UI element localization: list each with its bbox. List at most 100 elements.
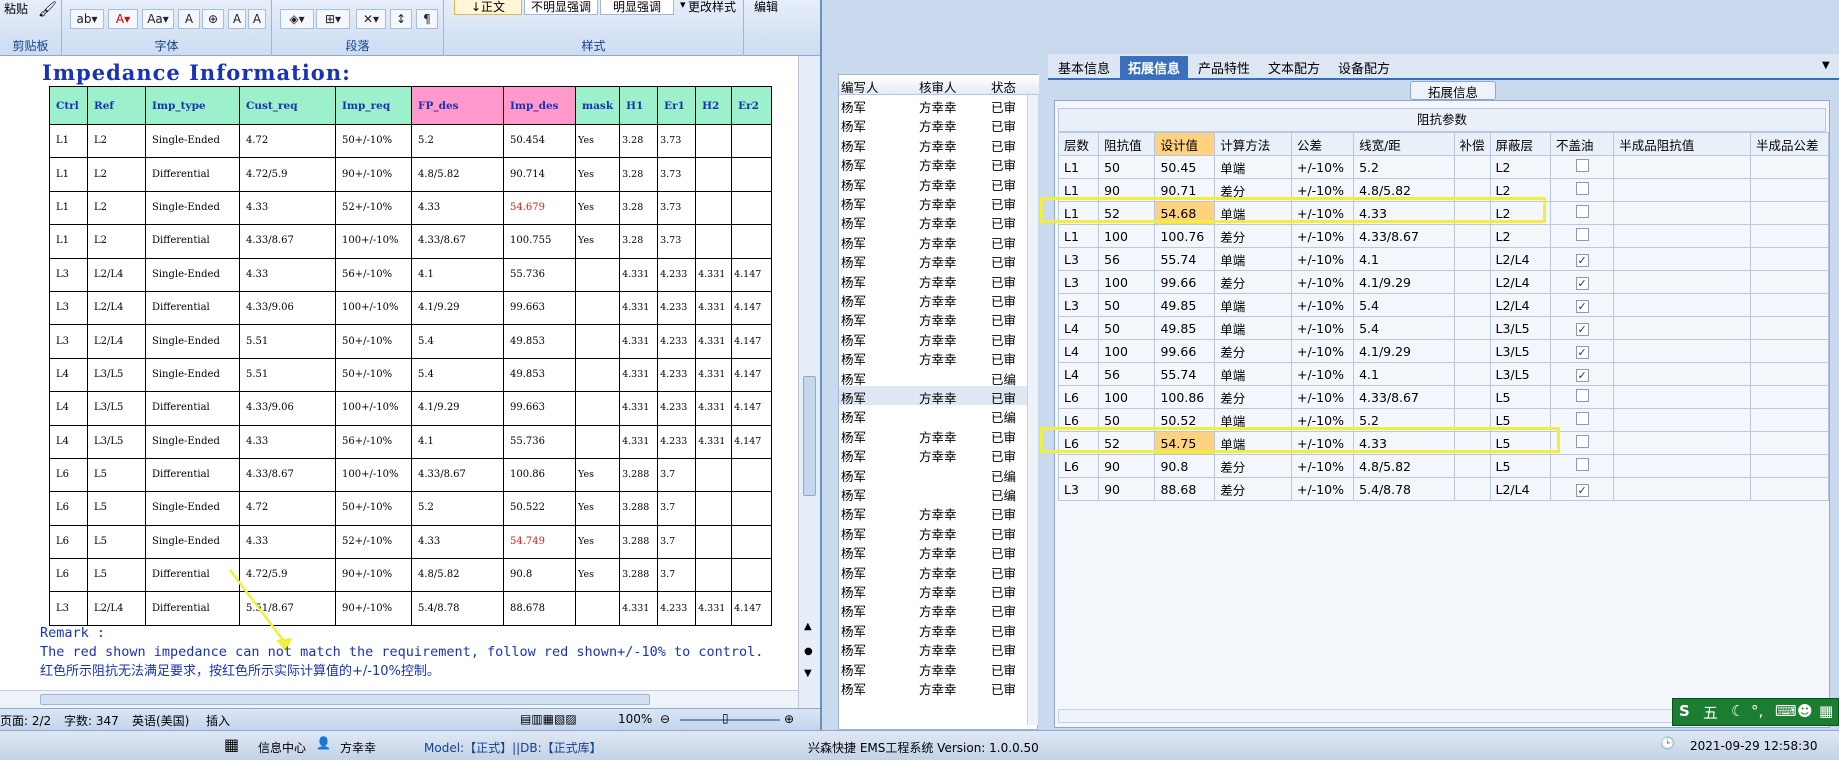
enclose-char-icon[interactable]: ⊕ [202,9,224,29]
grid-cell-5[interactable]: 5.4 [1353,316,1455,340]
checkbox-icon[interactable] [1575,412,1589,425]
grid-cell-5[interactable]: 4.1 [1353,362,1455,386]
font-color-icon[interactable]: A▾ [108,9,138,29]
ime-user-icon[interactable]: ☻ [1797,702,1813,720]
grid-cell-6[interactable] [1453,224,1491,248]
grid-cell-2[interactable]: 88.68 [1154,477,1216,501]
grid-cell-5[interactable]: 4.1 [1353,247,1455,271]
shading-icon[interactable]: ◈▾ [280,9,314,29]
grid-cell-10[interactable] [1749,477,1830,501]
grid-cell-3[interactable]: 差分 [1214,270,1292,294]
grid-row[interactable]: L3 90 88.68 差分 +/-10% 5.4/8.78 L2/L4 ✓ [1057,477,1830,501]
grid-cell-9[interactable] [1613,454,1751,478]
grid-cell-3[interactable]: 单端 [1214,247,1292,271]
checkbox-icon[interactable] [1575,205,1589,218]
format-painter-icon[interactable]: 🖌 [38,0,57,18]
grid-header-5[interactable]: 线宽/距 [1353,132,1455,156]
middle-list-row[interactable]: 杨军 方幸幸 已审 [839,231,1029,251]
grid-cell-5[interactable]: 4.1/9.29 [1353,339,1455,363]
middle-list-row[interactable]: 杨军 方幸幸 已审 [839,192,1029,212]
middle-list-row[interactable]: 杨军 方幸幸 已审 [839,522,1029,542]
checkbox-icon[interactable]: ✓ [1575,368,1589,382]
zoom-slider[interactable] [680,719,780,721]
grid-cell-10[interactable] [1749,316,1830,340]
grid-cell-6[interactable] [1453,247,1491,271]
grid-cell-7[interactable]: L2/L4 [1489,293,1552,317]
checkbox-icon[interactable]: ✓ [1575,299,1589,313]
middle-list-row[interactable]: 杨军 方幸幸 已审 [839,638,1029,658]
grid-cell-7[interactable]: L2/L4 [1489,477,1552,501]
checkbox-icon[interactable]: ✓ [1575,322,1589,336]
grid-cell-3[interactable]: 差分 [1214,385,1292,409]
view-buttons[interactable]: ▤▥▦▧▨ [520,712,577,726]
grid-header-0[interactable]: 层数 [1057,132,1100,156]
ime-toolbar[interactable]: S 五 ☾ °, ⌨ ☻ ▦ [1672,698,1839,726]
grid-cell-5[interactable]: 5.4/8.78 [1353,477,1455,501]
grid-cell-4[interactable]: +/-10% [1290,385,1355,409]
no-solder-mask-checkbox[interactable]: ✓ [1550,316,1615,340]
grid-cell-9[interactable] [1613,477,1751,501]
middle-list-row[interactable]: 杨军 方幸幸 已审 [839,658,1029,678]
middle-list-row[interactable]: 杨军 方幸幸 已审 [839,153,1029,173]
middle-list-row[interactable]: 杨军 已编 [839,367,1029,387]
grid-row[interactable]: L3 50 49.85 单端 +/-10% 5.4 L2/L4 ✓ [1057,293,1830,317]
grid-cell-7[interactable]: L3/L5 [1489,362,1552,386]
grid-cell-2[interactable]: 49.85 [1154,316,1216,340]
no-solder-mask-checkbox[interactable]: ✓ [1550,477,1615,501]
middle-list-row[interactable]: 杨军 方幸幸 已审 [839,580,1029,600]
grid-cell-9[interactable] [1613,316,1751,340]
no-solder-mask-checkbox[interactable] [1550,408,1615,432]
grid-cell-3[interactable]: 差分 [1214,339,1292,363]
language[interactable]: 英语(美国) [132,712,189,729]
grid-cell-10[interactable] [1749,270,1830,294]
grid-cell-10[interactable] [1749,178,1830,202]
change-case-icon[interactable]: Aa▾ [142,9,174,29]
insert-mode[interactable]: 插入 [206,712,230,729]
no-solder-mask-checkbox[interactable]: ✓ [1550,293,1615,317]
grid-cell-1[interactable]: 56 [1098,247,1156,271]
middle-list-row[interactable]: 杨军 方幸幸 已审 [839,211,1029,231]
middle-list-row[interactable]: 杨军 方幸幸 已审 [839,502,1029,522]
grid-cell-7[interactable]: L2/L4 [1489,270,1552,294]
no-solder-mask-checkbox[interactable] [1550,431,1615,455]
grid-cell-5[interactable]: 4.33/8.67 [1353,224,1455,248]
grid-cell-9[interactable] [1613,247,1751,271]
middle-list-row[interactable]: 杨军 方幸幸 已审 [839,347,1029,367]
header-status[interactable]: 状态 [991,77,1016,96]
grid-cell-5[interactable]: 4.33/8.67 [1353,385,1455,409]
grid-header-7[interactable]: 屏蔽层 [1489,132,1552,156]
grid-header-3[interactable]: 计算方法 [1214,132,1292,156]
tab-dropdown-icon[interactable]: ▼ [1822,60,1830,71]
no-solder-mask-checkbox[interactable] [1550,178,1615,202]
grid-cell-1[interactable]: 100 [1098,339,1156,363]
tab-basic-info[interactable]: 基本信息 [1050,56,1118,79]
grid-row[interactable]: L1 50 50.45 单端 +/-10% 5.2 L2 [1057,155,1830,179]
grid-cell-9[interactable] [1613,201,1751,225]
grid-cell-10[interactable] [1749,408,1830,432]
grid-cell-1[interactable]: 90 [1098,477,1156,501]
tab-product-features[interactable]: 产品特性 [1190,56,1258,79]
grid-cell-10[interactable] [1749,431,1830,455]
show-marks-icon[interactable]: ¶ [416,9,438,29]
middle-list-row[interactable]: 杨军 方幸幸 已审 [839,386,1029,406]
checkbox-icon[interactable] [1575,228,1589,241]
header-writer[interactable]: 编写人 [841,77,879,96]
tab-equipment-recipe[interactable]: 设备配方 [1330,56,1398,79]
middle-list-row[interactable]: 杨军 方幸幸 已审 [839,95,1029,115]
middle-list-row[interactable]: 杨军 方幸幸 已审 [839,250,1029,270]
middle-list-row[interactable]: 杨军 方幸幸 已审 [839,677,1029,697]
middle-list-row[interactable]: 杨军 方幸幸 已审 [839,173,1029,193]
grid-row[interactable]: L4 56 55.74 单端 +/-10% 4.1 L3/L5 ✓ [1057,362,1830,386]
middle-list-row[interactable]: 杨军 方幸幸 已审 [839,114,1029,134]
grid-row[interactable]: L1 100 100.76 差分 +/-10% 4.33/8.67 L2 [1057,224,1830,248]
grid-row[interactable]: L4 100 99.66 差分 +/-10% 4.1/9.29 L3/L5 ✓ [1057,339,1830,363]
grid-header-1[interactable]: 阻抗值 [1098,132,1156,156]
grid-cell-4[interactable]: +/-10% [1290,316,1355,340]
zoom-out-icon[interactable]: ⊖ [660,712,670,726]
grid-header-10[interactable]: 半成品公差 [1749,132,1830,156]
no-solder-mask-checkbox[interactable]: ✓ [1550,270,1615,294]
zoom-in-icon[interactable]: ⊕ [784,712,794,726]
grid-cell-2[interactable]: 55.74 [1154,362,1216,386]
page-count[interactable]: 页面: 2/2 [0,712,51,729]
grid-cell-3[interactable]: 单端 [1214,293,1292,317]
